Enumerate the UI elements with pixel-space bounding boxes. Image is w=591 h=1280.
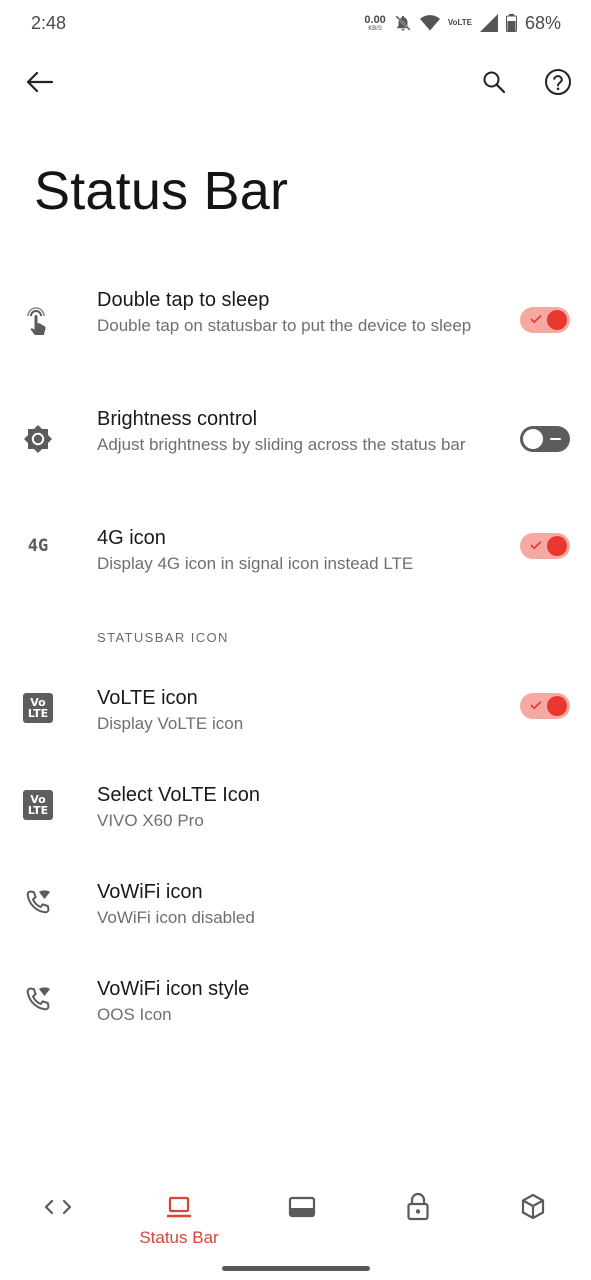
setting-texts: VoWiFi icon style OOS Icon xyxy=(97,978,250,1024)
volte-icon: Vo LTE xyxy=(447,18,472,28)
toggle-knob xyxy=(547,536,567,556)
lock-icon xyxy=(407,1192,429,1221)
wifi-call-icon xyxy=(20,981,56,1017)
off-dash-icon xyxy=(550,438,561,440)
laptop-icon xyxy=(167,1196,191,1218)
network-speed: 0.00 KB/S xyxy=(364,13,386,32)
toggle-knob xyxy=(547,310,567,330)
setting-texts: Select VoLTE Icon VIVO X60 Pro xyxy=(97,784,261,830)
nav-item-status-bar[interactable]: Status Bar xyxy=(134,1190,224,1254)
setting-volte-icon[interactable]: Vo LTE VoLTE icon Display VoLTE icon xyxy=(0,684,591,744)
setting-4g-icon[interactable]: 4G 4G icon Display 4G icon in signal ico… xyxy=(0,524,591,584)
section-header-statusbar-icon: STATUSBAR ICON xyxy=(97,630,229,645)
wifi-icon xyxy=(419,14,440,32)
battery-icon xyxy=(505,14,517,32)
back-button[interactable] xyxy=(22,66,56,98)
setting-texts: 4G icon Display 4G icon in signal icon i… xyxy=(97,527,414,573)
bottom-navigation: Status Bar xyxy=(0,1190,591,1254)
help-button[interactable] xyxy=(541,66,575,98)
4g-icon: 4G xyxy=(27,536,49,556)
signal-icon xyxy=(479,14,498,32)
setting-double-tap-to-sleep[interactable]: Double tap to sleep Double tap on status… xyxy=(0,286,591,366)
arrow-back-icon xyxy=(26,71,53,93)
setting-texts: VoLTE icon Display VoLTE icon xyxy=(97,687,244,733)
double-tap-sleep-toggle[interactable] xyxy=(520,307,570,333)
setting-vowifi-icon-style[interactable]: VoWiFi icon style OOS Icon xyxy=(0,975,591,1035)
search-icon xyxy=(483,71,506,94)
setting-brightness-control[interactable]: Brightness control Adjust brightness by … xyxy=(0,405,591,485)
setting-select-volte-icon[interactable]: Vo LTE Select VoLTE Icon VIVO X60 Pro xyxy=(0,781,591,841)
touch-tap-icon xyxy=(20,304,56,340)
cube-icon xyxy=(521,1193,545,1220)
system-status-bar: 2:48 0.00 KB/S Vo LTE 68% xyxy=(0,0,591,46)
app-bar xyxy=(0,58,591,106)
setting-vowifi-icon[interactable]: VoWiFi icon VoWiFi icon disabled xyxy=(0,878,591,938)
window-icon xyxy=(288,1196,316,1218)
toggle-knob xyxy=(547,696,567,716)
toggle-knob xyxy=(523,429,543,449)
battery-percent: 68% xyxy=(524,12,561,33)
nav-item-window[interactable] xyxy=(257,1190,347,1254)
volte-badge-icon: Vo LTE xyxy=(20,787,56,823)
setting-texts: Double tap to sleep Double tap on status… xyxy=(97,289,472,335)
help-icon xyxy=(545,69,571,95)
wifi-call-icon xyxy=(20,884,56,920)
nav-item-code[interactable] xyxy=(13,1190,103,1254)
nav-item-modules[interactable] xyxy=(488,1190,578,1254)
check-icon xyxy=(530,541,542,550)
volte-icon-toggle[interactable] xyxy=(520,693,570,719)
status-icons: 0.00 KB/S Vo LTE 68% xyxy=(364,13,561,34)
gesture-navigation-handle[interactable] xyxy=(222,1266,370,1271)
4g-icon-toggle[interactable] xyxy=(520,533,570,559)
page-title: Status Bar xyxy=(34,161,289,221)
brightness-icon xyxy=(20,421,56,457)
dnd-bell-off-icon xyxy=(394,14,412,32)
search-button[interactable] xyxy=(478,66,510,98)
check-icon xyxy=(530,315,542,324)
nav-item-lock[interactable] xyxy=(373,1190,463,1254)
setting-texts: VoWiFi icon VoWiFi icon disabled xyxy=(97,881,255,927)
clock: 2:48 xyxy=(31,12,67,33)
brightness-control-toggle[interactable] xyxy=(520,426,570,452)
setting-texts: Brightness control Adjust brightness by … xyxy=(97,408,466,454)
volte-badge-icon: Vo LTE xyxy=(20,690,56,726)
code-icon xyxy=(44,1199,72,1215)
check-icon xyxy=(530,701,542,710)
